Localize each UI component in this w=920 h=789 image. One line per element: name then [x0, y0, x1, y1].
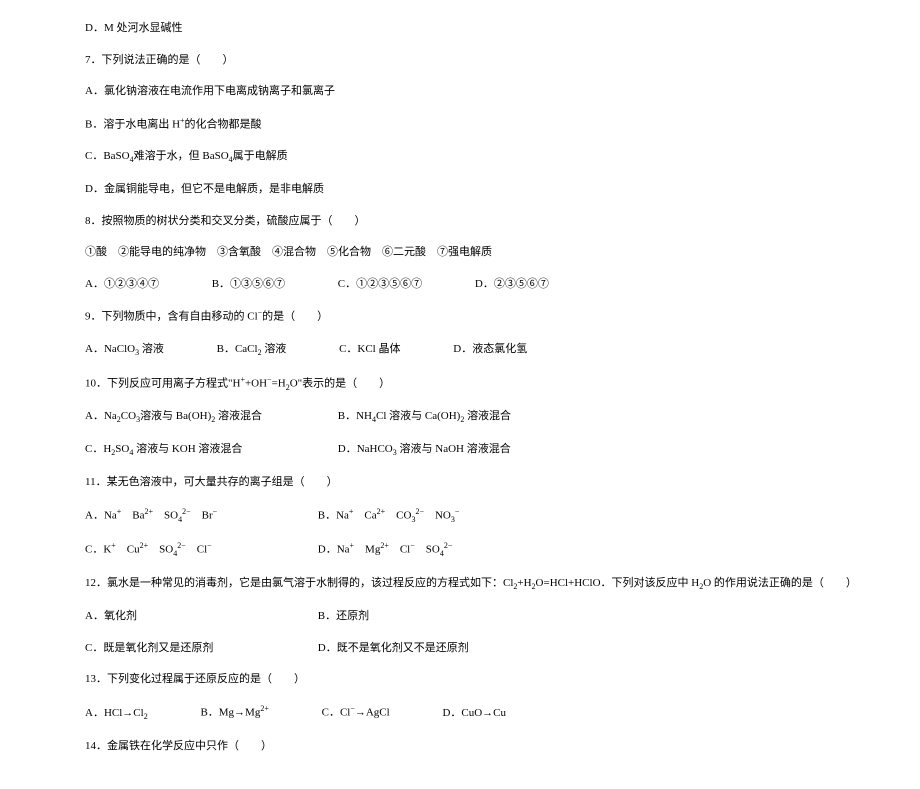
q11-options-cd: C．K+ Cu2+ SO42− Cl− D．Na+ Mg2+ Cl− SO42− — [85, 540, 835, 561]
q8-option-b: B．①③⑤⑥⑦ — [212, 276, 285, 294]
q11-stem: 11．某无色溶液中，可大量共存的离子组是（ ） — [85, 474, 835, 492]
q13-option-b: B．Mg→Mg2+ — [200, 703, 268, 722]
q10-options-ab: A．Na2CO3溶液与 Ba(OH)2 溶液混合 B．NH4Cl 溶液与 Ca(… — [85, 408, 835, 427]
q12-option-c: C．既是氧化剂又是还原剂 — [85, 640, 315, 658]
q8-option-a: A．①②③④⑦ — [85, 276, 159, 294]
q10-option-a: A．Na2CO3溶液与 Ba(OH)2 溶液混合 — [85, 408, 335, 427]
q11-option-d: D．Na+ Mg2+ Cl− SO42− — [318, 540, 548, 561]
q13-options: A．HCl→Cl2 B．Mg→Mg2+ C．Cl−→AgCl D．CuO→Cu — [85, 703, 835, 724]
q13-option-c: C．Cl−→AgCl — [322, 703, 390, 722]
q9-option-a: A．NaClO3 溶液 — [85, 341, 164, 360]
q11-option-a: A．Na+ Ba2+ SO42− Br− — [85, 506, 315, 527]
q11-options-ab: A．Na+ Ba2+ SO42− Br− B．Na+ Ca2+ CO32− NO… — [85, 506, 835, 527]
q12-option-a: A．氧化剂 — [85, 608, 315, 626]
q11-option-c: C．K+ Cu2+ SO42− Cl− — [85, 540, 315, 561]
q7-option-d: D．金属铜能导电，但它不是电解质，是非电解质 — [85, 181, 835, 199]
q7-option-b: B．溶于水电离出 H+的化合物都是酸 — [85, 115, 835, 134]
q9-option-d: D．液态氯化氢 — [453, 341, 527, 359]
q10-option-c: C．H2SO4 溶液与 KOH 溶液混合 — [85, 441, 335, 460]
q9-stem: 9．下列物质中，含有自由移动的 Cl−的是（ ） — [85, 307, 835, 326]
q10-options-cd: C．H2SO4 溶液与 KOH 溶液混合 D．NaHCO3 溶液与 NaOH 溶… — [85, 441, 835, 460]
q8-option-d: D．②③⑤⑥⑦ — [475, 276, 549, 294]
q13-option-a: A．HCl→Cl2 — [85, 705, 148, 724]
q12-stem: 12．氯水是一种常见的消毒剂，它是由氯气溶于水制得的，该过程反应的方程式如下：C… — [85, 575, 835, 594]
q13-stem: 13．下列变化过程属于还原反应的是（ ） — [85, 671, 835, 689]
q10-stem: 10．下列反应可用离子方程式"H++OH−=H2O"表示的是（ ） — [85, 374, 835, 395]
q11-option-b: B．Na+ Ca2+ CO32− NO3− — [318, 506, 548, 527]
q7-option-c: C．BaSO4难溶于水，但 BaSO4属于电解质 — [85, 148, 835, 167]
q12-option-b: B．还原剂 — [318, 608, 548, 626]
q9-option-b: B．CaCl2 溶液 — [217, 341, 287, 360]
q10-option-b: B．NH4Cl 溶液与 Ca(OH)2 溶液混合 — [338, 408, 588, 427]
q14-stem: 14．金属铁在化学反应中只作（ ） — [85, 738, 835, 756]
q8-options: A．①②③④⑦ B．①③⑤⑥⑦ C．①②③⑤⑥⑦ D．②③⑤⑥⑦ — [85, 276, 835, 294]
q12-options-cd: C．既是氧化剂又是还原剂 D．既不是氧化剂又不是还原剂 — [85, 640, 835, 658]
q6-option-d: D．M 处河水显碱性 — [85, 20, 835, 38]
q8-categories: ①酸 ②能导电的纯净物 ③含氧酸 ④混合物 ⑤化合物 ⑥二元酸 ⑦强电解质 — [85, 244, 835, 262]
q7-stem: 7．下列说法正确的是（ ） — [85, 52, 835, 70]
q8-option-c: C．①②③⑤⑥⑦ — [338, 276, 422, 294]
q8-stem: 8．按照物质的树状分类和交叉分类，硫酸应属于（ ） — [85, 213, 835, 231]
q10-option-d: D．NaHCO3 溶液与 NaOH 溶液混合 — [338, 441, 588, 460]
q7-option-a: A．氯化钠溶液在电流作用下电离成钠离子和氯离子 — [85, 83, 835, 101]
q12-option-d: D．既不是氧化剂又不是还原剂 — [318, 640, 548, 658]
q12-options-ab: A．氧化剂 B．还原剂 — [85, 608, 835, 626]
q9-option-c: C．KCl 晶体 — [339, 341, 400, 359]
q13-option-d: D．CuO→Cu — [442, 705, 506, 723]
q9-options: A．NaClO3 溶液 B．CaCl2 溶液 C．KCl 晶体 D．液态氯化氢 — [85, 341, 835, 360]
